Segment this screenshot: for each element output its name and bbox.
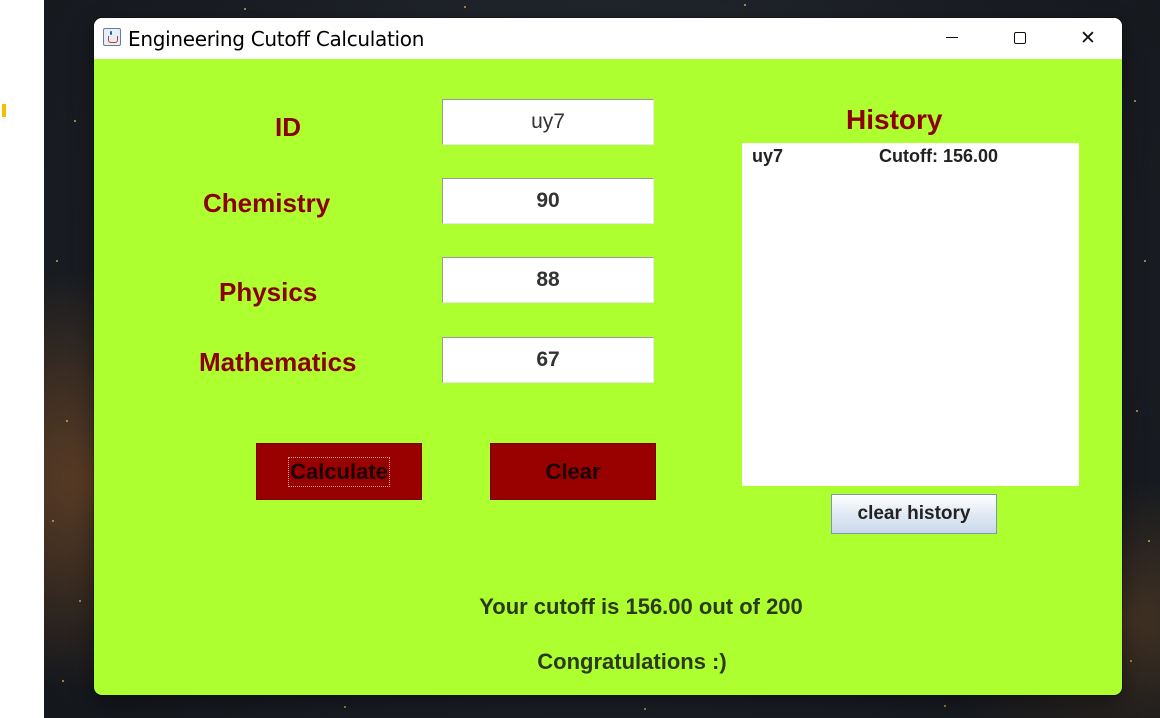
star [66,420,68,422]
star [56,260,58,262]
calculate-button-label: Calculate [288,457,390,487]
star [52,520,54,522]
text-cursor-mark [2,104,6,117]
id-label: ID [275,112,301,142]
congratulations-message: Congratulations :) [537,649,727,674]
history-list[interactable]: uy7 Cutoff: 156.00 [742,143,1079,486]
star [1130,660,1132,662]
physics-label: Physics [219,277,318,307]
maximize-icon [1014,32,1026,44]
star [1134,100,1136,102]
app-window: Engineering Cutoff Calculation ✕ ID uy7 … [94,18,1122,695]
minimize-icon [946,37,958,38]
star [79,600,81,602]
chemistry-input[interactable]: 90 [442,178,654,224]
clear-button[interactable]: Clear [490,443,656,500]
close-icon: ✕ [1080,27,1096,49]
id-input[interactable]: uy7 [442,99,654,145]
window-title: Engineering Cutoff Calculation [128,27,425,51]
star [244,8,246,10]
star [944,705,946,707]
star [1144,260,1146,262]
star [62,680,64,682]
star [744,4,746,6]
java-steam-mark [110,31,112,35]
mathematics-input[interactable]: 67 [442,337,654,383]
title-bar[interactable]: Engineering Cutoff Calculation ✕ [94,18,1122,59]
history-entry-id: uy7 [752,146,784,166]
java-app-icon [103,28,121,46]
star [644,708,646,710]
desktop-edge [0,0,44,718]
star [464,6,466,8]
star [1136,410,1138,412]
star [1148,540,1150,542]
calculate-button[interactable]: Calculate [256,443,422,500]
chemistry-label: Chemistry [203,188,331,218]
history-title: History [846,104,943,135]
star [344,706,346,708]
history-entry-cutoff: Cutoff: 156.00 [879,146,999,166]
star [74,120,76,122]
minimize-button[interactable] [918,18,986,58]
maximize-button[interactable] [986,18,1054,58]
clear-history-button[interactable]: clear history [831,494,997,534]
java-cup-mark [108,36,118,43]
close-button[interactable]: ✕ [1054,18,1122,58]
physics-input[interactable]: 88 [442,257,654,303]
mathematics-label: Mathematics [199,347,357,377]
history-entry[interactable]: uy7 Cutoff: 156.00 [742,143,1079,169]
cutoff-result-text: Your cutoff is 156.00 out of 200 [479,594,803,619]
